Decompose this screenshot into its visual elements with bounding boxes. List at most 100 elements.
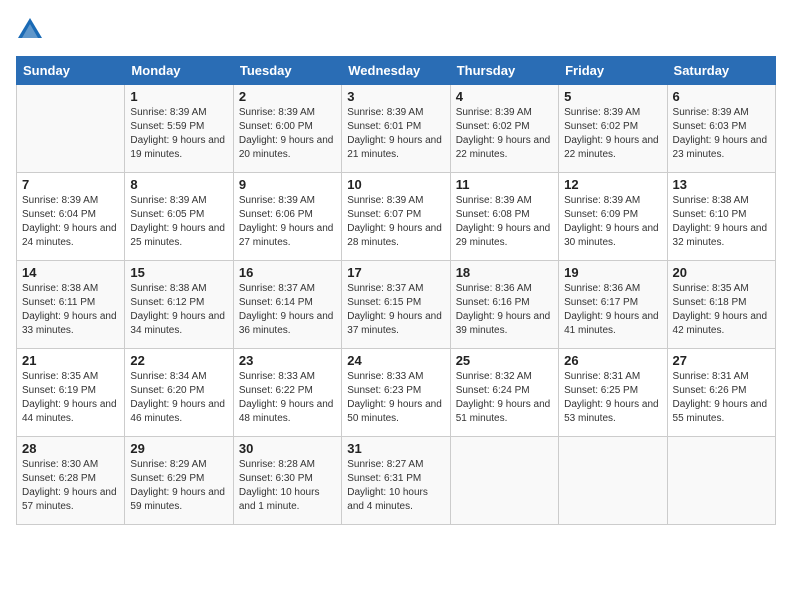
day-number: 26 [564, 353, 661, 368]
calendar-cell: 22 Sunrise: 8:34 AMSunset: 6:20 PMDayligh… [125, 349, 233, 437]
day-number: 20 [673, 265, 770, 280]
day-info: Sunrise: 8:27 AMSunset: 6:31 PMDaylight:… [347, 458, 444, 514]
day-number: 3 [347, 89, 444, 104]
calendar-cell: 4 Sunrise: 8:39 AMSunset: 6:02 PMDaylight… [450, 85, 558, 173]
day-info: Sunrise: 8:37 AMSunset: 6:15 PMDaylight:… [347, 282, 444, 338]
day-number: 15 [130, 265, 227, 280]
day-info: Sunrise: 8:39 AMSunset: 6:07 PMDaylight:… [347, 194, 444, 250]
day-number: 13 [673, 177, 770, 192]
day-number: 4 [456, 89, 553, 104]
day-info: Sunrise: 8:33 AMSunset: 6:22 PMDaylight:… [239, 370, 336, 426]
calendar-cell: 13 Sunrise: 8:38 AMSunset: 6:10 PMDayligh… [667, 173, 775, 261]
calendar-cell [450, 437, 558, 525]
calendar-week-5: 28 Sunrise: 8:30 AMSunset: 6:28 PMDayligh… [17, 437, 776, 525]
day-info: Sunrise: 8:30 AMSunset: 6:28 PMDaylight:… [22, 458, 119, 514]
logo [16, 16, 48, 44]
day-info: Sunrise: 8:34 AMSunset: 6:20 PMDaylight:… [130, 370, 227, 426]
calendar-cell: 23 Sunrise: 8:33 AMSunset: 6:22 PMDayligh… [233, 349, 341, 437]
day-number: 19 [564, 265, 661, 280]
day-info: Sunrise: 8:39 AMSunset: 5:59 PMDaylight:… [130, 106, 227, 162]
weekday-header-friday: Friday [559, 57, 667, 85]
day-info: Sunrise: 8:39 AMSunset: 6:02 PMDaylight:… [564, 106, 661, 162]
day-number: 21 [22, 353, 119, 368]
day-info: Sunrise: 8:39 AMSunset: 6:01 PMDaylight:… [347, 106, 444, 162]
day-number: 11 [456, 177, 553, 192]
day-number: 7 [22, 177, 119, 192]
calendar-cell: 6Sunrise: 8:39 AMSunset: 6:03 PMDaylight… [667, 85, 775, 173]
calendar-cell [667, 437, 775, 525]
calendar-cell: 15 Sunrise: 8:38 AMSunset: 6:12 PMDayligh… [125, 261, 233, 349]
calendar-cell: 18Sunrise: 8:36 AMSunset: 6:16 PMDayligh… [450, 261, 558, 349]
calendar-cell: 5 Sunrise: 8:39 AMSunset: 6:02 PMDaylight… [559, 85, 667, 173]
calendar-cell [17, 85, 125, 173]
calendar-table: SundayMondayTuesdayWednesdayThursdayFrid… [16, 56, 776, 525]
calendar-cell: 26 Sunrise: 8:31 AMSunset: 6:25 PMDayligh… [559, 349, 667, 437]
day-number: 8 [130, 177, 227, 192]
day-info: Sunrise: 8:38 AMSunset: 6:12 PMDaylight:… [130, 282, 227, 338]
day-info: Sunrise: 8:38 AMSunset: 6:10 PMDaylight:… [673, 194, 770, 250]
day-info: Sunrise: 8:39 AMSunset: 6:09 PMDaylight:… [564, 194, 661, 250]
calendar-cell: 29Sunrise: 8:29 AMSunset: 6:29 PMDayligh… [125, 437, 233, 525]
calendar-week-2: 7 Sunrise: 8:39 AMSunset: 6:04 PMDaylight… [17, 173, 776, 261]
day-info: Sunrise: 8:29 AMSunset: 6:29 PMDaylight:… [130, 458, 227, 514]
day-info: Sunrise: 8:39 AMSunset: 6:08 PMDaylight:… [456, 194, 553, 250]
calendar-week-3: 14 Sunrise: 8:38 AMSunset: 6:11 PMDayligh… [17, 261, 776, 349]
calendar-cell [559, 437, 667, 525]
day-number: 28 [22, 441, 119, 456]
day-info: Sunrise: 8:35 AMSunset: 6:19 PMDaylight:… [22, 370, 119, 426]
day-number: 18 [456, 265, 553, 280]
calendar-cell: 28 Sunrise: 8:30 AMSunset: 6:28 PMDayligh… [17, 437, 125, 525]
calendar-cell: 20 Sunrise: 8:35 AMSunset: 6:18 PMDayligh… [667, 261, 775, 349]
day-number: 24 [347, 353, 444, 368]
day-number: 16 [239, 265, 336, 280]
day-number: 5 [564, 89, 661, 104]
day-info: Sunrise: 8:36 AMSunset: 6:17 PMDaylight:… [564, 282, 661, 338]
calendar-cell: 21 Sunrise: 8:35 AMSunset: 6:19 PMDayligh… [17, 349, 125, 437]
day-number: 2 [239, 89, 336, 104]
day-info: Sunrise: 8:38 AMSunset: 6:11 PMDaylight:… [22, 282, 119, 338]
day-info: Sunrise: 8:37 AMSunset: 6:14 PMDaylight:… [239, 282, 336, 338]
calendar-cell: 11 Sunrise: 8:39 AMSunset: 6:08 PMDayligh… [450, 173, 558, 261]
calendar-cell: 25Sunrise: 8:32 AMSunset: 6:24 PMDayligh… [450, 349, 558, 437]
weekday-header-wednesday: Wednesday [342, 57, 450, 85]
calendar-cell: 7 Sunrise: 8:39 AMSunset: 6:04 PMDaylight… [17, 173, 125, 261]
day-number: 14 [22, 265, 119, 280]
calendar-cell: 24 Sunrise: 8:33 AMSunset: 6:23 PMDayligh… [342, 349, 450, 437]
calendar-week-1: 1 Sunrise: 8:39 AMSunset: 5:59 PMDaylight… [17, 85, 776, 173]
calendar-cell: 16 Sunrise: 8:37 AMSunset: 6:14 PMDayligh… [233, 261, 341, 349]
calendar-cell: 3 Sunrise: 8:39 AMSunset: 6:01 PMDaylight… [342, 85, 450, 173]
calendar-cell: 1 Sunrise: 8:39 AMSunset: 5:59 PMDaylight… [125, 85, 233, 173]
weekday-header-saturday: Saturday [667, 57, 775, 85]
weekday-header-sunday: Sunday [17, 57, 125, 85]
day-number: 31 [347, 441, 444, 456]
day-info: Sunrise: 8:31 AMSunset: 6:25 PMDaylight:… [564, 370, 661, 426]
calendar-cell: 12Sunrise: 8:39 AMSunset: 6:09 PMDayligh… [559, 173, 667, 261]
day-number: 10 [347, 177, 444, 192]
day-info: Sunrise: 8:39 AMSunset: 6:02 PMDaylight:… [456, 106, 553, 162]
day-number: 27 [673, 353, 770, 368]
day-number: 6 [673, 89, 770, 104]
day-number: 1 [130, 89, 227, 104]
day-number: 23 [239, 353, 336, 368]
day-number: 30 [239, 441, 336, 456]
calendar-week-4: 21 Sunrise: 8:35 AMSunset: 6:19 PMDayligh… [17, 349, 776, 437]
weekday-header-row: SundayMondayTuesdayWednesdayThursdayFrid… [17, 57, 776, 85]
calendar-cell: 19 Sunrise: 8:36 AMSunset: 6:17 PMDayligh… [559, 261, 667, 349]
day-info: Sunrise: 8:39 AMSunset: 6:06 PMDaylight:… [239, 194, 336, 250]
day-info: Sunrise: 8:39 AMSunset: 6:04 PMDaylight:… [22, 194, 119, 250]
day-info: Sunrise: 8:33 AMSunset: 6:23 PMDaylight:… [347, 370, 444, 426]
weekday-header-monday: Monday [125, 57, 233, 85]
page-header [16, 16, 776, 44]
day-number: 17 [347, 265, 444, 280]
day-number: 22 [130, 353, 227, 368]
day-number: 25 [456, 353, 553, 368]
day-info: Sunrise: 8:31 AMSunset: 6:26 PMDaylight:… [673, 370, 770, 426]
calendar-cell: 31 Sunrise: 8:27 AMSunset: 6:31 PMDayligh… [342, 437, 450, 525]
weekday-header-tuesday: Tuesday [233, 57, 341, 85]
day-info: Sunrise: 8:28 AMSunset: 6:30 PMDaylight:… [239, 458, 336, 514]
day-info: Sunrise: 8:35 AMSunset: 6:18 PMDaylight:… [673, 282, 770, 338]
calendar-cell: 30 Sunrise: 8:28 AMSunset: 6:30 PMDayligh… [233, 437, 341, 525]
day-info: Sunrise: 8:39 AMSunset: 6:00 PMDaylight:… [239, 106, 336, 162]
calendar-cell: 14 Sunrise: 8:38 AMSunset: 6:11 PMDayligh… [17, 261, 125, 349]
day-number: 9 [239, 177, 336, 192]
